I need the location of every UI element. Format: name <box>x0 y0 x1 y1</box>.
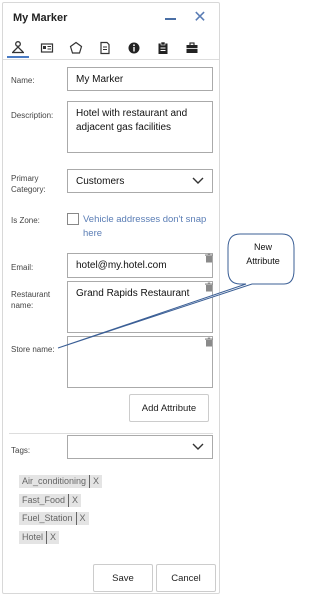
is-zone-label: Is Zone: <box>11 216 40 225</box>
is-zone-note: Vehicle addresses don't snap here <box>83 214 207 239</box>
clipboard-icon[interactable] <box>152 38 174 58</box>
cancel-button[interactable]: Cancel <box>156 564 216 592</box>
minimize-icon[interactable] <box>163 11 179 27</box>
id-card-icon[interactable] <box>36 38 58 58</box>
tags-label: Tags: <box>11 446 31 455</box>
chevron-down-icon <box>192 177 204 184</box>
tab-bar <box>3 36 219 60</box>
tag-label: Fuel_Station <box>22 513 73 523</box>
is-zone-checkbox[interactable] <box>67 213 79 225</box>
tag-remove-button[interactable]: X <box>68 494 81 507</box>
location-person-icon[interactable] <box>7 38 29 58</box>
briefcase-icon[interactable] <box>181 38 203 58</box>
edit-document-icon[interactable] <box>94 38 116 58</box>
tags-select[interactable] <box>67 435 213 459</box>
title-bar: My Marker ✕ <box>3 3 219 33</box>
callout-text: New Attribute <box>232 240 294 268</box>
save-button[interactable]: Save <box>93 564 153 592</box>
delete-store-name-icon[interactable] <box>204 337 214 347</box>
tag-chip: Air_conditioning X <box>19 475 103 488</box>
divider <box>9 433 213 434</box>
tag-label: Fast_Food <box>22 495 66 505</box>
dialog-title: My Marker <box>13 12 68 24</box>
delete-email-icon[interactable] <box>204 253 214 263</box>
primary-category-label: Primary Category: <box>11 174 46 194</box>
callout-line-1: New <box>253 242 272 252</box>
tag-chip: Fuel_Station X <box>19 512 89 525</box>
marker-dialog: My Marker ✕ Name: My Marker Description:… <box>2 2 220 594</box>
description-textarea[interactable]: Hotel with restaurant and adjacent gas f… <box>67 101 213 153</box>
tag-label: Air_conditioning <box>22 476 87 486</box>
primary-category-select[interactable]: Customers <box>67 169 213 193</box>
primary-category-value: Customers <box>76 175 125 187</box>
restaurant-name-label: Restaurant name: <box>11 290 51 310</box>
tag-label: Hotel <box>22 532 44 542</box>
store-name-label: Store name: <box>11 345 55 354</box>
info-icon[interactable] <box>123 38 145 58</box>
tag-chip: Hotel X <box>19 531 60 544</box>
description-label: Description: <box>11 111 54 120</box>
tag-remove-button[interactable]: X <box>46 531 59 544</box>
tag-remove-button[interactable]: X <box>89 475 102 488</box>
add-attribute-button[interactable]: Add Attribute <box>129 394 209 422</box>
restaurant-name-textarea[interactable]: Grand Rapids Restaurant <box>67 281 213 333</box>
close-icon[interactable]: ✕ <box>192 10 208 26</box>
chevron-down-icon <box>192 443 204 450</box>
email-label: Email: <box>11 263 34 272</box>
email-input[interactable]: hotel@my.hotel.com <box>67 253 213 278</box>
pentagon-icon[interactable] <box>65 38 87 58</box>
store-name-textarea[interactable] <box>67 336 213 388</box>
name-label: Name: <box>11 76 35 85</box>
tag-remove-button[interactable]: X <box>75 512 89 525</box>
delete-restaurant-name-icon[interactable] <box>204 282 214 292</box>
tag-chip: Fast_Food X <box>19 494 82 507</box>
name-input[interactable]: My Marker <box>67 67 213 91</box>
callout-line-2: Attribute <box>246 256 280 266</box>
